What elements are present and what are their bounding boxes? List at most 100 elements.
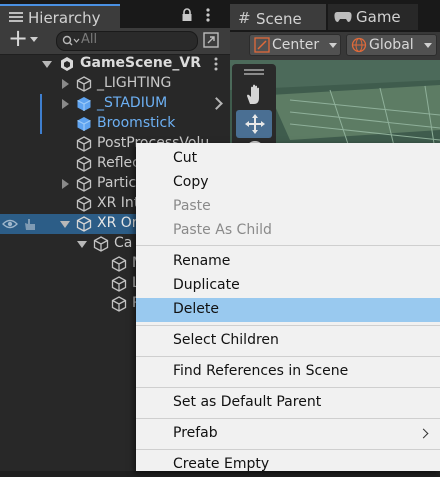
gameobject-cube-icon bbox=[93, 236, 109, 252]
hierarchy-item-label: Partic bbox=[97, 175, 137, 191]
submenu-chevron-icon bbox=[418, 428, 429, 439]
hierarchy-item-label: _LIGHTING bbox=[97, 75, 172, 91]
gameobject-cube-icon bbox=[76, 196, 92, 212]
gameobject-cube-icon bbox=[111, 296, 127, 312]
list-icon bbox=[9, 12, 23, 22]
menu-item-paste-as-child[interactable]: Paste As Child bbox=[136, 219, 440, 243]
tab-game[interactable]: Game bbox=[328, 4, 418, 30]
menu-separator bbox=[136, 245, 440, 246]
search-icon bbox=[62, 35, 80, 46]
scene-name: GameScene_VR bbox=[80, 55, 201, 71]
chevron-right-icon[interactable] bbox=[210, 97, 223, 110]
hierarchy-item-label: XR Or bbox=[97, 215, 138, 231]
prefab-override-bar bbox=[40, 94, 42, 114]
menu-item-duplicate[interactable]: Duplicate bbox=[136, 274, 440, 298]
expand-arrow-icon[interactable] bbox=[62, 79, 69, 89]
menu-item-label: Set as Default Parent bbox=[173, 394, 322, 410]
pivot-rotation-label: Global bbox=[369, 37, 414, 53]
menu-item-paste[interactable]: Paste bbox=[136, 195, 440, 219]
menu-separator bbox=[136, 387, 440, 388]
hand-tool-icon[interactable] bbox=[244, 84, 266, 106]
hierarchy-item-label: Reflec bbox=[97, 155, 140, 171]
hierarchy-tab-label: Hierarchy bbox=[28, 9, 101, 27]
hierarchy-item[interactable]: _STADIUM bbox=[0, 94, 230, 114]
pickable-hand-icon[interactable] bbox=[22, 216, 38, 232]
eye-icon[interactable] bbox=[2, 218, 18, 230]
drag-handle[interactable] bbox=[244, 69, 264, 71]
hierarchy-item-label: _STADIUM bbox=[97, 95, 168, 111]
menu-item-label: Copy bbox=[173, 174, 209, 190]
expand-arrow-icon[interactable] bbox=[62, 179, 69, 189]
expand-arrow-icon[interactable] bbox=[77, 241, 87, 248]
pivot-rotation-dropdown[interactable]: Global bbox=[346, 34, 437, 56]
prefab-cube-icon bbox=[77, 97, 91, 111]
menu-separator bbox=[136, 418, 440, 419]
hierarchy-item-label: XR Int bbox=[97, 195, 140, 211]
search-input[interactable]: All bbox=[56, 31, 198, 51]
gameobject-cube-icon bbox=[76, 136, 92, 152]
menu-separator bbox=[136, 449, 440, 450]
plus-icon: + bbox=[8, 24, 29, 52]
pivot-mode-label: Center bbox=[272, 37, 320, 53]
menu-item-label: Rename bbox=[173, 253, 231, 269]
search-placeholder: All bbox=[81, 32, 98, 47]
menu-item-label: Find References in Scene bbox=[173, 363, 349, 379]
move-tool-icon bbox=[245, 114, 265, 134]
context-menu: Cut Copy Paste Paste As Child Rename Dup… bbox=[136, 143, 440, 472]
tools-overlay bbox=[232, 64, 276, 154]
menu-separator bbox=[136, 356, 440, 357]
menu-separator bbox=[136, 325, 440, 326]
gameobject-cube-icon bbox=[76, 76, 92, 92]
hierarchy-item-label: Ca bbox=[114, 235, 133, 251]
gameobject-cube-icon bbox=[111, 276, 127, 292]
menu-item-label: Duplicate bbox=[173, 277, 240, 293]
tab-game-label: Game bbox=[356, 8, 401, 26]
menu-item-select-children[interactable]: Select Children bbox=[136, 329, 440, 353]
menu-item-copy[interactable]: Copy bbox=[136, 171, 440, 195]
gamepad-icon bbox=[334, 12, 352, 22]
drag-handle-2 bbox=[244, 73, 264, 75]
menu-item-label: Create Empty bbox=[173, 456, 270, 472]
prefab-cube-icon bbox=[77, 117, 91, 131]
menu-item-label: Delete bbox=[173, 301, 219, 317]
expand-window-icon[interactable] bbox=[203, 32, 219, 48]
menu-item-label: Prefab bbox=[173, 425, 218, 441]
kebab-menu-icon[interactable] bbox=[213, 57, 219, 71]
chevron-down-icon bbox=[329, 43, 337, 48]
chevron-down-icon bbox=[424, 43, 432, 48]
gameobject-cube-icon bbox=[76, 156, 92, 172]
lock-icon[interactable] bbox=[181, 8, 193, 22]
menu-item-set-default-parent[interactable]: Set as Default Parent bbox=[136, 391, 440, 415]
menu-item-find-references[interactable]: Find References in Scene bbox=[136, 360, 440, 384]
menu-item-label: Paste bbox=[173, 198, 211, 214]
gameobject-cube-icon bbox=[111, 256, 127, 272]
menu-item-label: Select Children bbox=[173, 332, 279, 348]
prefab-override-bar bbox=[40, 114, 42, 134]
expand-arrow-icon[interactable] bbox=[60, 221, 70, 228]
expand-arrow-icon[interactable] bbox=[42, 61, 52, 68]
pivot-center-icon bbox=[254, 37, 270, 53]
hierarchy-item[interactable]: Broomstick bbox=[0, 114, 230, 134]
kebab-menu-icon[interactable] bbox=[205, 8, 211, 22]
menu-item-create-empty[interactable]: Create Empty bbox=[136, 453, 440, 477]
hierarchy-item[interactable]: _LIGHTING bbox=[0, 74, 230, 94]
globe-icon bbox=[351, 37, 367, 53]
gameobject-cube-icon bbox=[76, 216, 92, 232]
unity-logo-icon bbox=[61, 57, 73, 71]
pivot-mode-dropdown[interactable]: Center bbox=[249, 34, 341, 56]
menu-item-prefab[interactable]: Prefab bbox=[136, 422, 440, 446]
gameobject-cube-icon bbox=[76, 176, 92, 192]
menu-item-rename[interactable]: Rename bbox=[136, 250, 440, 274]
hierarchy-item-label: Broomstick bbox=[97, 115, 176, 131]
chevron-down-icon bbox=[30, 37, 38, 42]
scene-root-row[interactable]: GameScene_VR bbox=[0, 54, 230, 74]
add-button[interactable]: + bbox=[6, 24, 42, 52]
tab-scene[interactable]: # Scene bbox=[230, 4, 326, 30]
move-tool-button[interactable] bbox=[236, 110, 272, 138]
grid-icon: # bbox=[238, 9, 251, 27]
menu-item-delete[interactable]: Delete bbox=[136, 298, 440, 322]
menu-item-label: Cut bbox=[173, 150, 198, 166]
menu-item-cut[interactable]: Cut bbox=[136, 147, 440, 171]
menu-item-label: Paste As Child bbox=[173, 222, 272, 238]
expand-arrow-icon[interactable] bbox=[62, 99, 69, 109]
